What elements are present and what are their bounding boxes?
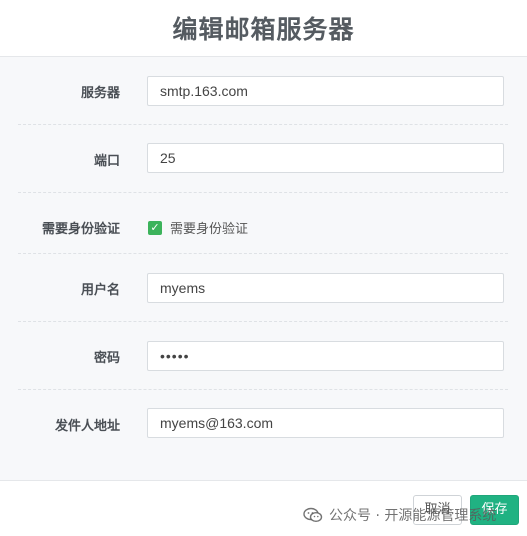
server-input[interactable] (147, 76, 504, 106)
auth-checkbox[interactable]: ✓ (148, 220, 162, 235)
port-label: 端口 (93, 154, 120, 169)
edit-mail-server-dialog: 编辑邮箱服务器 服务器 端口 需要身份验证 ✓ 需要身份验证 用 (0, 0, 527, 536)
auth-label: 需要身份验证 (41, 222, 120, 237)
dialog-body: 服务器 端口 需要身份验证 ✓ 需要身份验证 用户名 (0, 57, 527, 480)
divider (18, 321, 508, 322)
password-label: 密码 (93, 351, 120, 366)
divider (18, 389, 508, 390)
divider (18, 253, 508, 254)
dialog-header: 编辑邮箱服务器 (0, 0, 527, 57)
divider (18, 124, 508, 125)
cancel-button[interactable]: 取消 (413, 495, 462, 525)
server-label: 服务器 (80, 86, 120, 101)
port-input[interactable] (147, 143, 504, 173)
sender-input[interactable] (147, 408, 504, 438)
checkmark-icon: ✓ (150, 220, 160, 234)
divider (18, 192, 508, 193)
dialog-footer: 取消 保存 (0, 480, 527, 536)
dialog-title: 编辑邮箱服务器 (172, 15, 355, 44)
auth-checkbox-label[interactable]: 需要身份验证 (170, 218, 248, 237)
auth-checkbox-group[interactable]: ✓ 需要身份验证 (148, 218, 248, 237)
username-label: 用户名 (80, 283, 120, 298)
password-input[interactable] (147, 341, 504, 371)
sender-label: 发件人地址 (54, 419, 120, 434)
save-button[interactable]: 保存 (470, 495, 519, 525)
username-input[interactable] (147, 273, 504, 303)
